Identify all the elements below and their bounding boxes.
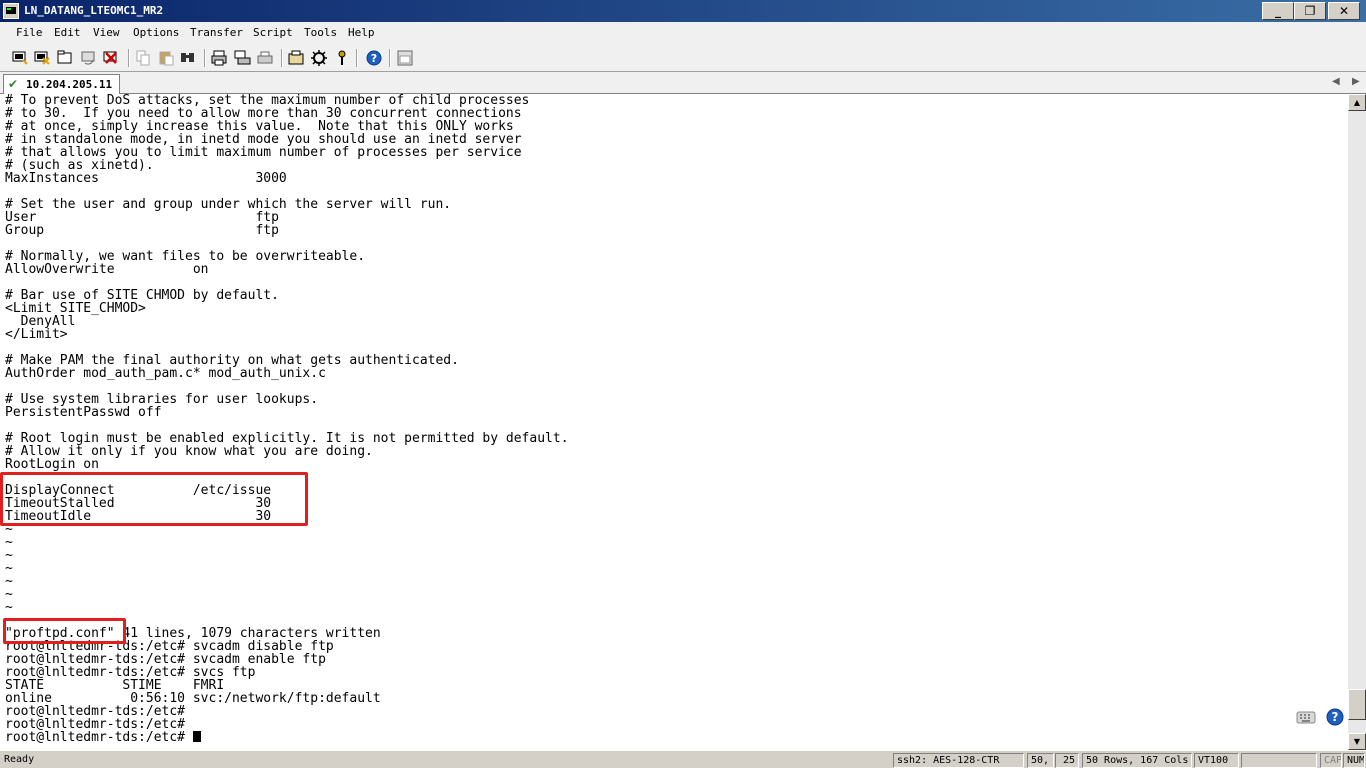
terminal-line: ~ <box>5 600 13 615</box>
title-bar: LN_DATANG_LTEOMC1_MR2 _ ❐ ✕ <box>0 0 1366 22</box>
sftp-icon[interactable] <box>396 49 414 67</box>
menu-tools[interactable]: Tools <box>304 26 337 39</box>
toolbar-separator <box>281 49 283 67</box>
status-emulation: VT100 <box>1194 753 1239 768</box>
find-icon[interactable] <box>179 49 197 67</box>
tab-session[interactable]: ✔ 10.204.205.11 <box>3 74 120 94</box>
session-tab-bar: ✔ 10.204.205.11 ◀ ▶ <box>0 72 1366 94</box>
text-cursor <box>192 731 201 742</box>
menu-edit[interactable]: Edit <box>54 26 81 39</box>
connect-tab-icon[interactable] <box>56 49 74 67</box>
status-protocol: ssh2: AES-128-CTR <box>893 753 1024 768</box>
menu-file[interactable]: File <box>16 26 43 39</box>
terminal-line: </Limit> <box>5 327 68 342</box>
tab-scroll-left-icon[interactable]: ◀ <box>1332 76 1340 87</box>
terminal-line: AllowOverwrite on <box>5 262 209 277</box>
copy-icon[interactable] <box>134 49 152 67</box>
status-num: NUM <box>1343 753 1365 768</box>
minimize-button[interactable]: _ <box>1262 2 1294 20</box>
terminal-prompt[interactable]: root@lnltedmr-tds:/etc# <box>5 731 201 744</box>
terminal-line: RootLogin on <box>5 457 99 472</box>
keymap-icon[interactable] <box>333 49 351 67</box>
svg-text:?: ? <box>371 52 377 65</box>
status-size: 50 Rows, 167 Cols <box>1082 753 1192 768</box>
menu-bar: File Edit View Options Transfer Script T… <box>0 22 1366 44</box>
paste-icon[interactable] <box>157 49 175 67</box>
connect-icon[interactable] <box>11 49 29 67</box>
help-bubble-icon[interactable]: ? <box>1325 707 1345 727</box>
status-bar: Ready ssh2: AES-128-CTR 50, 25 50 Rows, … <box>0 750 1366 768</box>
highlight-box-filename <box>3 618 126 644</box>
toolbar-separator <box>356 49 358 67</box>
scroll-down-icon[interactable]: ▼ <box>1348 733 1366 750</box>
print-icon[interactable] <box>210 49 228 67</box>
menu-view[interactable]: View <box>93 26 120 39</box>
svg-text:?: ? <box>1332 710 1339 724</box>
menu-help[interactable]: Help <box>348 26 375 39</box>
connected-check-icon: ✔ <box>8 77 19 91</box>
app-icon[interactable] <box>3 3 19 19</box>
terminal-line: MaxInstances 3000 <box>5 171 287 186</box>
highlight-box-timeouts <box>0 472 308 526</box>
status-blank <box>1241 753 1317 768</box>
quick-connect-icon[interactable] <box>33 49 51 67</box>
terminal-corner-tools: ? <box>1292 704 1348 730</box>
maximize-button[interactable]: ❐ <box>1294 2 1326 20</box>
print-setup-icon[interactable] <box>256 49 274 67</box>
terminal-output[interactable]: # To prevent DoS attacks, set the maximu… <box>0 94 1348 750</box>
terminal-line: Group ftp <box>5 223 279 238</box>
status-cap: CAP <box>1320 753 1342 768</box>
menu-options[interactable]: Options <box>133 26 179 39</box>
terminal-line: PersistentPasswd off <box>5 405 162 420</box>
vertical-scrollbar[interactable]: ▲ ▼ <box>1348 94 1366 750</box>
print-screen-icon[interactable] <box>233 49 251 67</box>
toolbar: ? <box>0 44 1366 72</box>
window-title: LN_DATANG_LTEOMC1_MR2 <box>24 4 164 17</box>
session-options-icon[interactable] <box>287 49 305 67</box>
tab-label: 10.204.205.11 <box>26 78 113 91</box>
menu-transfer[interactable]: Transfer <box>190 26 243 39</box>
disconnect-icon[interactable] <box>102 49 120 67</box>
status-cursor-col: 25 <box>1055 753 1079 768</box>
toolbar-separator <box>389 49 391 67</box>
reconnect-icon[interactable] <box>79 49 97 67</box>
keyboard-icon[interactable] <box>1296 707 1316 727</box>
scroll-up-icon[interactable]: ▲ <box>1348 94 1366 111</box>
menu-script[interactable]: Script <box>253 26 293 39</box>
global-options-icon[interactable] <box>310 49 328 67</box>
toolbar-separator <box>204 49 206 67</box>
close-button[interactable]: ✕ <box>1328 2 1360 20</box>
help-icon[interactable]: ? <box>365 49 383 67</box>
prompt-text: root@lnltedmr-tds:/etc# <box>5 730 193 745</box>
status-cursor-row: 50, <box>1027 753 1054 768</box>
toolbar-separator <box>128 49 130 67</box>
scroll-thumb[interactable] <box>1348 689 1366 720</box>
tab-scroll-right-icon[interactable]: ▶ <box>1352 76 1360 87</box>
terminal-line: AuthOrder mod_auth_pam.c* mod_auth_unix.… <box>5 366 326 381</box>
status-ready: Ready <box>4 754 35 765</box>
